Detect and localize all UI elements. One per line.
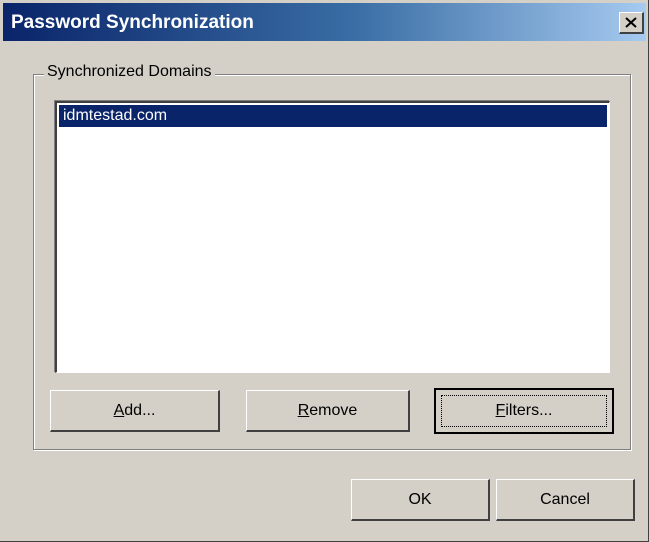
list-item-domain[interactable]: idmtestad.com — [59, 105, 607, 127]
group-label: Synchronized Domains — [44, 63, 215, 81]
password-sync-dialog: Password Synchronization Synchronized Do… — [0, 0, 649, 542]
ok-button[interactable]: OK — [351, 479, 490, 521]
add-label: dd... — [124, 401, 156, 419]
filters-button[interactable]: Filters... — [434, 388, 614, 434]
cancel-label: Cancel — [540, 490, 590, 508]
remove-button[interactable]: Remove — [246, 390, 410, 432]
add-button[interactable]: Add... — [50, 390, 220, 432]
add-mnemonic: A — [113, 401, 125, 419]
remove-label: emove — [309, 401, 358, 419]
remove-mnemonic: R — [297, 401, 310, 419]
close-icon — [625, 17, 637, 28]
domains-listbox[interactable]: idmtestad.com — [55, 101, 610, 373]
close-button[interactable] — [619, 12, 644, 34]
filters-mnemonic: F — [495, 402, 506, 419]
ok-label: OK — [408, 490, 432, 508]
filters-label: ilters... — [505, 402, 553, 419]
cancel-button[interactable]: Cancel — [496, 479, 635, 521]
window-title: Password Synchronization — [11, 12, 254, 33]
title-bar[interactable]: Password Synchronization — [3, 3, 646, 41]
